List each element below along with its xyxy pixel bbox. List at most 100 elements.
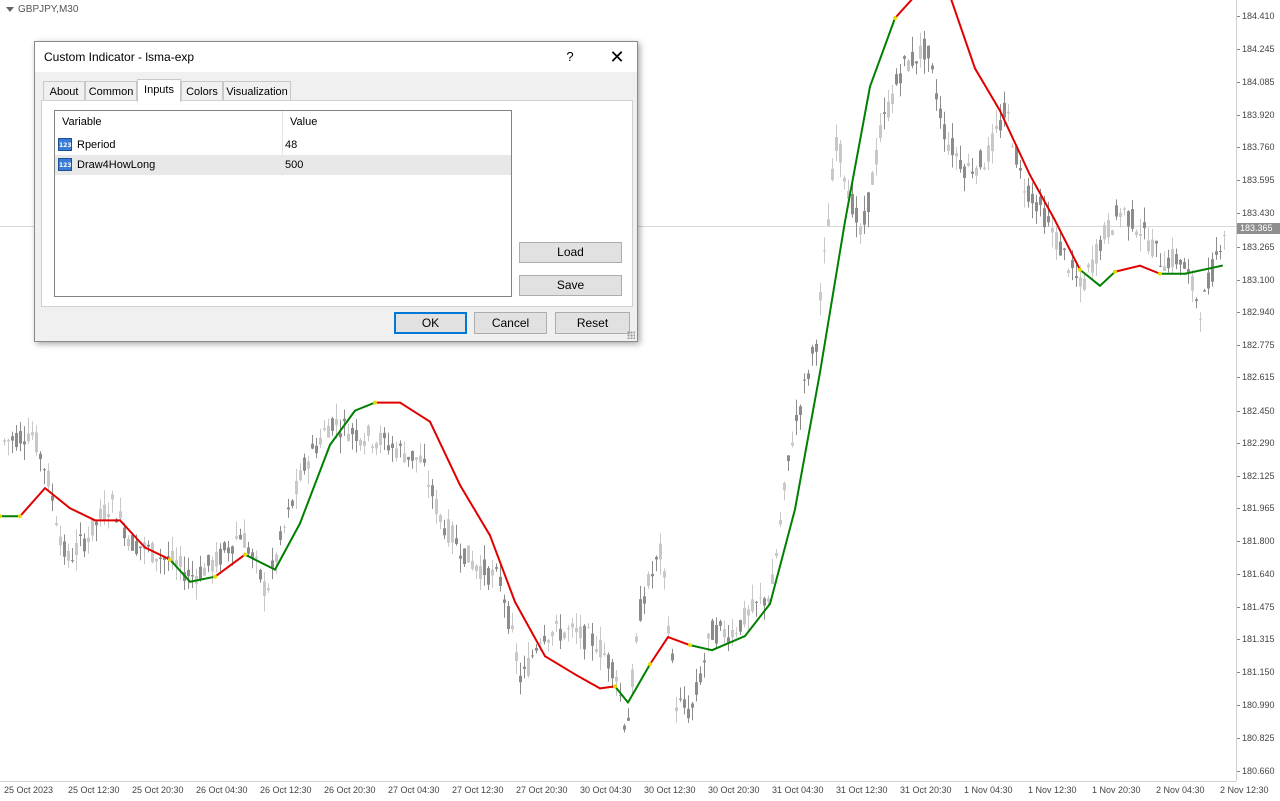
price-label: 182.450	[1242, 405, 1275, 416]
candle-body	[347, 433, 350, 441]
cancel-button[interactable]: Cancel	[474, 312, 547, 334]
candle-body	[1035, 202, 1038, 212]
tab-colors[interactable]: Colors	[181, 81, 223, 101]
time-label: 27 Oct 12:30	[452, 785, 504, 795]
column-header-variable[interactable]: Variable	[55, 111, 282, 133]
candle-body	[783, 483, 786, 491]
candle-body	[1055, 232, 1058, 250]
dialog-title-bar[interactable]: Custom Indicator - lsma-exp ? ✕	[35, 42, 637, 72]
price-label: 180.660	[1242, 765, 1275, 776]
price-tick	[1237, 213, 1240, 215]
candle-body	[1067, 270, 1070, 273]
candle-body	[179, 556, 182, 567]
candle-body	[423, 458, 426, 463]
tab-visualization[interactable]: Visualization	[223, 81, 291, 101]
candle-body	[271, 560, 274, 568]
candle-body	[519, 675, 522, 683]
candle-body	[991, 133, 994, 152]
candle-body	[483, 559, 486, 576]
candle-body	[883, 112, 886, 114]
candle-body	[591, 633, 594, 646]
candle-body	[823, 250, 826, 252]
candle-body	[1123, 208, 1126, 210]
candle-body	[811, 347, 814, 354]
price-tick	[1237, 114, 1240, 116]
candle-body	[827, 219, 830, 226]
indicator-line-segment	[44, 487, 71, 510]
candle-body	[707, 633, 710, 639]
table-row[interactable]: 123 Draw4HowLong 500	[55, 155, 511, 175]
time-axis[interactable]: 25 Oct 2023 25 Oct 12:30 25 Oct 20:30 26 Oc…	[0, 781, 1269, 801]
candle-body	[915, 61, 918, 64]
time-label: 2 Nov 04:30	[1156, 785, 1205, 795]
candle-body	[515, 652, 518, 661]
candle-body	[499, 576, 502, 586]
candle-body	[79, 534, 82, 536]
variable-value[interactable]: 48	[285, 135, 297, 155]
candle-body	[907, 60, 910, 72]
resize-grip-icon[interactable]	[627, 331, 635, 339]
candle-body	[643, 596, 646, 604]
save-button[interactable]: Save	[519, 275, 622, 296]
price-tick	[1237, 345, 1240, 347]
indicator-line-segment	[649, 636, 669, 666]
column-header-value[interactable]: Value	[283, 111, 511, 133]
price-tick	[1237, 410, 1240, 412]
tab-common[interactable]: Common	[85, 81, 137, 101]
candle-body	[395, 448, 398, 458]
candle-body	[1063, 248, 1066, 250]
candle-body	[759, 597, 762, 599]
price-label: 184.410	[1242, 11, 1275, 22]
load-button[interactable]: Load	[519, 242, 622, 263]
candle-body	[507, 606, 510, 629]
candle-body	[863, 211, 866, 225]
price-axis[interactable]: 184.410 184.245 184.085 183.920 183.760 183.5…	[1236, 0, 1280, 781]
candle-body	[187, 569, 190, 577]
candle-body	[467, 545, 470, 563]
candle-body	[375, 443, 378, 449]
candle-body	[495, 567, 498, 569]
candle-body	[1095, 244, 1098, 264]
candle-body	[1135, 231, 1138, 236]
help-button[interactable]: ?	[555, 42, 585, 72]
indicator-line-segment	[819, 220, 846, 374]
symbol-label[interactable]: GBPJPY,M30	[6, 4, 78, 15]
tab-about[interactable]: About	[43, 81, 85, 101]
price-tick	[1237, 279, 1240, 281]
price-tick	[1237, 81, 1240, 83]
variable-value[interactable]: 500	[285, 155, 303, 175]
candle-body	[859, 227, 862, 235]
candle-body	[563, 632, 566, 639]
price-label: 181.475	[1242, 601, 1275, 612]
inputs-table[interactable]: Variable Value 123 Rperiod 48 123 Draw4H…	[54, 110, 512, 297]
candle-body	[1139, 233, 1142, 236]
table-row[interactable]: 123 Rperiod 48	[55, 135, 511, 155]
candle-body	[639, 599, 642, 621]
reset-button[interactable]: Reset	[555, 312, 630, 334]
indicator-line-segment	[399, 401, 431, 423]
current-price-label: 183.365	[1237, 223, 1280, 234]
candle-body	[527, 657, 530, 676]
indicator-line-segment	[459, 484, 491, 537]
candle-body	[1027, 185, 1030, 202]
tab-inputs[interactable]: Inputs	[137, 79, 181, 102]
time-label: 26 Oct 04:30	[196, 785, 248, 795]
indicator-line-segment	[869, 17, 896, 88]
custom-indicator-dialog[interactable]: Custom Indicator - lsma-exp ? ✕ About Co…	[34, 41, 638, 342]
candle-body	[1031, 193, 1034, 204]
candle-body	[443, 528, 446, 536]
candle-body	[51, 495, 54, 501]
candle-body	[799, 406, 802, 416]
candle-body	[319, 437, 322, 445]
chevron-down-icon[interactable]	[6, 7, 14, 12]
time-label: 31 Oct 20:30	[900, 785, 952, 795]
ok-button[interactable]: OK	[394, 312, 467, 334]
candle-body	[1023, 191, 1026, 193]
candle-body	[91, 518, 94, 536]
candle-body	[699, 673, 702, 683]
candle-body	[1071, 260, 1074, 269]
time-label: 25 Oct 12:30	[68, 785, 120, 795]
indicator-line-segment	[974, 67, 1001, 112]
close-button[interactable]: ✕	[595, 42, 639, 72]
candle-body	[1203, 290, 1206, 292]
